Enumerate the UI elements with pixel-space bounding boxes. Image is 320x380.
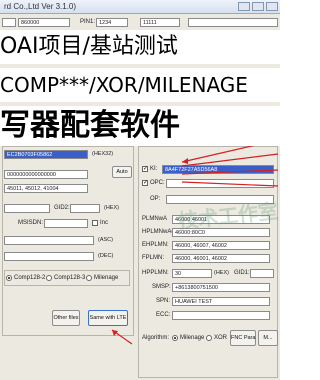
window-titlebar: rd Co.,Ltd Ver 3.1.0) — [0, 0, 280, 14]
arrow-4 — [181, 181, 279, 187]
arrow-group — [111, 139, 279, 345]
window-controls — [238, 2, 278, 11]
maximize-button[interactable] — [252, 2, 264, 11]
arrow-3 — [181, 169, 279, 175]
minimize-button[interactable] — [238, 2, 250, 11]
banner-line-3: 写器配套软件 — [0, 106, 280, 146]
banner-line-2: COMP***/XOR/MILENAGE — [0, 68, 280, 102]
banner-line-1: OAI项目/基站测试 — [0, 30, 280, 64]
window-title: rd Co.,Ltd Ver 3.1.0) — [4, 2, 77, 11]
close-button[interactable] — [266, 2, 278, 11]
arrow-2 — [181, 153, 279, 167]
arrow-head-1 — [182, 158, 188, 164]
